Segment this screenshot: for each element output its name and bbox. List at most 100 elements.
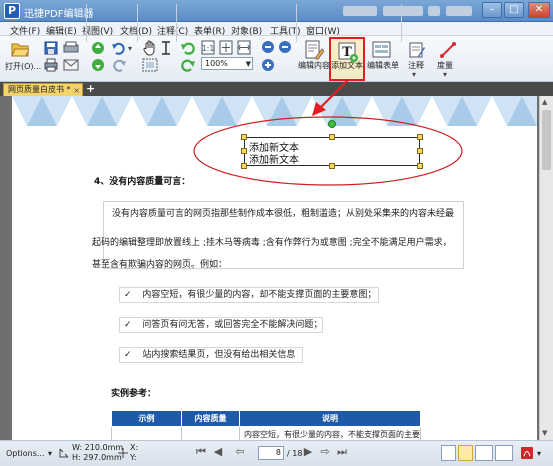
folder-open-icon [11,43,29,57]
list-item: ✓ 问答页有问无答，或回答完全不能解决问题； [119,317,323,333]
resize-handle[interactable] [417,134,423,140]
table-header-cell: 内容质量 [181,410,240,427]
undo-dropdown-icon[interactable]: ▾ [128,44,132,53]
two-page-view-button[interactable] [475,445,493,461]
edit-form-label: 编辑表单 [367,61,399,70]
back-view-icon[interactable]: ⇦ [232,445,248,461]
resize-handle[interactable] [329,134,335,140]
save-icon[interactable] [44,41,58,55]
edit-content-button[interactable] [298,37,328,81]
email-icon[interactable] [63,58,79,72]
tab-document-label: 网页质量白皮书 * [8,85,71,94]
single-page-view-button[interactable] [441,445,456,461]
menu-bar: 文件(F) 编辑(E) 视图(V) 文档(D) 注释(C) 表单(R) 对象(B… [0,22,553,37]
last-page-icon[interactable]: ⏭ [334,445,350,461]
list-item-text: 内容空短，有很少量的内容，却不能支撑页面的主要意图； [142,290,377,300]
cursor-x: X: [130,443,139,452]
rotate-right-icon[interactable] [180,57,196,73]
minimize-button[interactable]: – [482,2,502,18]
new-text-box[interactable]: 添加新文本 添加新文本 [244,137,420,166]
scan-icon[interactable] [63,41,79,55]
open-button[interactable] [4,38,34,80]
scroll-up-icon[interactable]: ▲ [542,98,547,106]
table-cell [181,426,240,440]
text-box-line: 添加新文本 [249,155,299,166]
measure-dropdown-icon[interactable]: ▾ [443,70,447,79]
page-up-icon[interactable] [91,41,105,55]
add-text-label: 添加文本 [331,61,363,70]
table-header-cell: 说明 [239,410,421,427]
resize-handle[interactable] [417,163,423,169]
continuous-view-button[interactable] [458,445,473,461]
redo-icon[interactable] [111,58,127,72]
hand-tool-icon[interactable] [142,40,158,56]
toolbar-separator [137,4,138,42]
page-down-icon[interactable] [91,58,105,72]
view-dropdown-icon[interactable]: ▾ [537,449,541,458]
edit-form-button[interactable] [366,37,398,81]
fit-page-icon[interactable] [219,40,233,55]
zoom-in-icon[interactable] [261,58,275,72]
edit-form-icon [372,41,391,58]
status-bar: Options... ▾ W: 210.0mm H: 297.0mm X: Y:… [0,440,553,466]
blurred-info [428,6,440,16]
callout-arrow [312,79,349,116]
resize-handle[interactable] [417,148,423,154]
snapshot-icon[interactable] [142,58,158,72]
actual-size-icon[interactable]: 1:1 [201,40,215,55]
pdf-page[interactable]: 添加新文本 添加新文本 4、没有内容质量可言： 没有内容质量可言的网页指那些制作… [12,96,537,440]
resize-handle[interactable] [241,163,247,169]
page-width: W: 210.0mm [72,443,124,452]
close-button[interactable]: ✕ [528,2,550,18]
scroll-down-icon[interactable]: ▼ [542,429,547,437]
table-row: 内容空短，有很少量的内容，不能支撑页面的主要 [111,426,421,440]
toolbar-separator [176,4,177,42]
resize-handle[interactable] [241,148,247,154]
zoom-select[interactable]: 100% ▼ [201,57,253,70]
annotate-dropdown-icon[interactable]: ▾ [412,70,416,79]
pdf-icon[interactable] [520,446,534,460]
comment-icon [409,42,425,58]
two-page-continuous-view-button[interactable] [495,445,513,461]
rotate-handle[interactable] [328,120,336,128]
fit-width-icon[interactable] [237,40,251,55]
example-table: 示例 内容质量 说明 内容空短，有很少量的内容，不能支撑页面的主要 [111,410,421,440]
blurred-info [343,6,377,16]
maximize-button[interactable]: □ [504,2,524,18]
check-icon: ✓ [124,290,132,300]
tab-document[interactable]: 网页质量白皮书 * × [3,83,83,96]
document-area[interactable]: 添加新文本 添加新文本 4、没有内容质量可言： 没有内容质量可言的网页指那些制作… [0,96,553,440]
table-cell [111,426,182,440]
rotate-left-icon[interactable] [180,40,196,56]
blurred-info [446,6,472,16]
forward-view-icon[interactable]: ⇨ [317,445,333,461]
current-page-input[interactable]: 8 [258,446,284,460]
chevron-down-icon: ▼ [245,60,251,68]
cursor-y: Y: [130,453,137,462]
print-icon[interactable] [44,58,58,72]
open-label: 打开(O)... [5,62,42,71]
paragraph-line: 甚至含有欺骗内容的网页。例如： [92,260,228,270]
resize-handle[interactable] [329,163,335,169]
resize-handle[interactable] [241,134,247,140]
undo-icon[interactable] [111,41,127,55]
check-icon: ✓ [124,320,132,330]
options-dropdown-icon[interactable]: ▾ [48,449,52,458]
zoom-minus-icon[interactable] [278,40,292,54]
select-text-icon[interactable] [159,40,173,56]
options-button[interactable]: Options... [6,449,45,458]
previous-page-icon[interactable]: ◀ [210,445,226,461]
scroll-thumb[interactable] [542,110,551,170]
add-tab-button[interactable]: + [86,82,95,95]
document-tab-strip: 网页质量白皮书 * × + [0,82,553,96]
zoom-out-icon[interactable] [261,40,275,54]
vertical-scrollbar[interactable]: ▲ ▼ [539,96,553,440]
edit-content-label: 编辑内容 [298,61,330,70]
toolbar-separator [86,4,87,42]
add-text-button[interactable]: T [329,37,365,81]
next-page-icon[interactable]: ▶ [300,445,316,461]
check-icon: ✓ [124,350,132,360]
first-page-icon[interactable]: ⏮ [193,445,209,461]
example-heading: 实例参考： [111,389,157,399]
app-logo-icon: P [4,3,20,19]
